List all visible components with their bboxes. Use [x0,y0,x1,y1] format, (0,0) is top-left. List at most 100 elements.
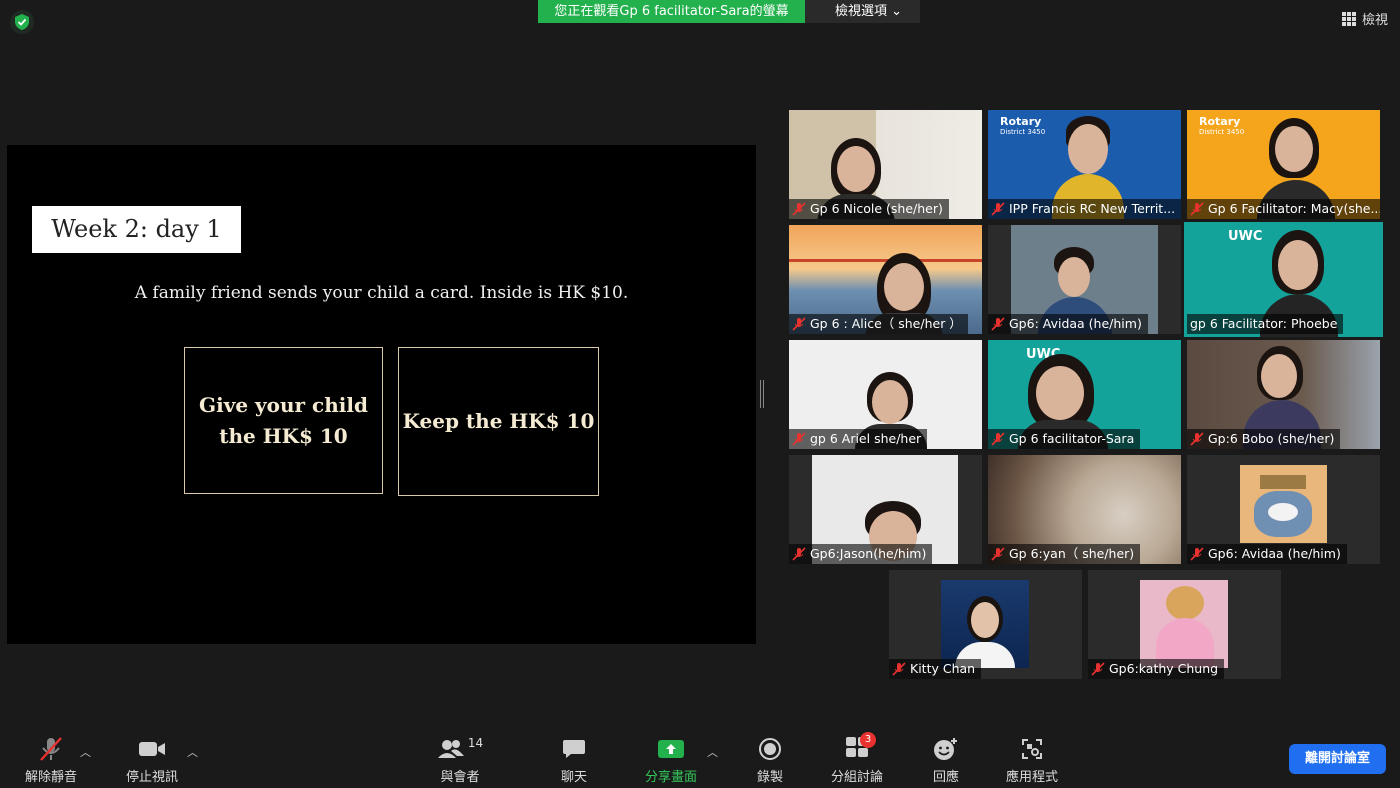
breakout-rooms-label: 分組討論 [830,770,883,785]
panel-resize-handle[interactable] [760,380,764,408]
video-tile[interactable]: Gp6:Jason(he/him) [789,455,982,564]
muted-mic-icon [991,432,1005,446]
view-options-button[interactable]: 檢視選項 ⌄ [805,0,920,23]
video-camera-icon [139,742,165,756]
view-button-label: 檢視 [1361,13,1388,28]
participant-name: Gp:6 Bobo (she/her) [1208,431,1335,446]
muted-mic-icon [792,202,806,216]
participant-name: IPP Francis RC New Territ... [1009,201,1176,216]
video-tile[interactable]: Rotary District 3450 IPP Francis RC New T… [988,110,1181,219]
participant-name: Gp6:Jason(he/him) [810,546,927,561]
participant-name-tag: Gp 6 Facilitator: Macy(she... [1187,199,1380,219]
share-screen-button[interactable]: 分享畫面 [640,736,702,785]
participants-count: 14 [467,736,484,750]
participant-name-tag: Gp 6:yan（ she/her) [988,544,1141,564]
participant-name: Gp 6 facilitator-Sara [1009,431,1135,446]
rotary-district-text: District 3450 [1199,128,1245,136]
video-tile[interactable]: Kitty Chan [889,570,1082,679]
participant-name: Gp6: Avidaa (he/him) [1208,546,1341,561]
participant-name: gp 6 Facilitator: Phoebe [1190,316,1338,331]
chat-button[interactable]: 聊天 [554,736,594,785]
participant-name-tag: Gp:6 Bobo (she/her) [1187,429,1341,449]
participant-name-tag: gp 6 Ariel she/her [789,429,928,449]
slide-prompt: A family friend sends your child a card.… [134,283,629,303]
apps-label: 應用程式 [1005,770,1058,785]
participants-icon [437,740,464,758]
participant-name-tag: Gp6: Avidaa (he/him) [988,314,1148,334]
muted-mic-icon [1091,662,1105,676]
gallery-grid-icon [1341,11,1356,26]
audio-options-caret-icon[interactable]: ︿ [80,744,91,760]
muted-mic-icon [892,662,906,676]
muted-mic-icon [991,547,1005,561]
breakout-rooms-button[interactable]: 3 分組討論 [826,732,888,785]
muted-mic-icon [1190,432,1204,446]
participants-button[interactable]: 14 與會者 [432,736,488,785]
choice-keep-text: Keep the HK$ 10 [402,409,595,433]
record-button[interactable]: 錄製 [750,736,790,785]
screen-share-banner: 您正在觀看Gp 6 facilitator-Sara的螢幕 檢視選項 ⌄ [538,0,920,23]
participant-name-tag: Gp6:Jason(he/him) [789,544,933,564]
video-tile[interactable]: Gp:6 Bobo (she/her) [1187,340,1380,449]
participants-label: 與會者 [440,770,480,785]
reactions-label: 回應 [932,770,959,785]
participant-name-tag: Gp6: Avidaa (he/him) [1187,544,1347,564]
stop-video-button[interactable]: 停止視訊 [120,736,184,785]
participant-name: Gp 6 Nicole (she/her) [810,201,943,216]
slide-title: Week 2: day 1 [32,206,241,253]
participant-name: Kitty Chan [910,661,976,676]
muted-mic-icon [991,317,1005,331]
participant-name: Gp 6 : Alice（ she/her ） [810,316,962,331]
video-tile[interactable]: Gp 6 Nicole (she/her) [789,110,982,219]
leave-breakout-room-button[interactable]: 離開討論室 [1289,744,1386,774]
unmute-label: 解除靜音 [24,770,77,785]
chat-label: 聊天 [560,770,587,785]
unmute-button[interactable]: 解除靜音 [20,736,82,785]
video-tile[interactable]: Gp6: Avidaa (he/him) [988,225,1181,334]
shared-screen: Week 2: day 1 A family friend sends your… [7,145,756,644]
stop-video-label: 停止視訊 [125,770,178,785]
participant-name: Gp6: Avidaa (he/him) [1009,316,1142,331]
video-tile[interactable]: UWC Gp 6 facilitator-Sara [988,340,1181,449]
muted-mic-icon [1190,547,1204,561]
reactions-button[interactable]: 回應 [926,736,966,785]
chat-icon [563,740,585,758]
choice-give-text: Give your child the HK$ 10 [199,392,368,448]
participant-name-tag: gp 6 Facilitator: Phoebe [1187,314,1344,334]
video-options-caret-icon[interactable]: ︿ [187,744,198,760]
video-tile[interactable]: Gp6: Avidaa (he/him) [1187,455,1380,564]
view-options-label: 檢視選項 [835,4,888,19]
participant-name: Gp6:kathy Chung [1109,661,1219,676]
participant-name-tag: IPP Francis RC New Territ... [988,199,1181,219]
share-screen-icon [658,740,684,758]
participant-name-tag: Gp6:kathy Chung [1088,659,1225,679]
meeting-toolbar: 解除靜音 ︿ 停止視訊 ︿ 14 與會者 聊天 分享畫面 ︿ 錄製 3 分組討論… [0,730,1400,788]
share-options-caret-icon[interactable]: ︿ [707,744,718,760]
muted-mic-icon [792,547,806,561]
video-tile[interactable]: Gp 6:yan（ she/her) [988,455,1181,564]
video-tile[interactable]: Rotary District 3450 Gp 6 Facilitator: Ma… [1187,110,1380,219]
view-button[interactable]: 檢視 [1341,9,1388,28]
participant-name-tag: Gp 6 facilitator-Sara [988,429,1141,449]
participant-name: gp 6 Ariel she/her [810,431,922,446]
muted-mic-icon [792,317,806,331]
participant-name-tag: Gp 6 : Alice（ she/her ） [789,314,968,334]
video-tile[interactable]: Gp6:kathy Chung [1088,570,1281,679]
choice-give-box: Give your child the HK$ 10 [184,347,383,494]
security-shield-icon[interactable] [10,10,34,34]
participant-name: Gp 6:yan（ she/her) [1009,546,1135,561]
video-tile-active-speaker[interactable]: UWC gp 6 Facilitator: Phoebe [1184,222,1383,337]
profile-picture [1140,580,1228,668]
smiley-plus-icon [934,738,957,760]
cartoon-avatar [1240,465,1327,543]
viewing-banner-text: 您正在觀看Gp 6 facilitator-Sara的螢幕 [538,0,805,23]
muted-mic-icon [792,432,806,446]
uwc-logo: UWC [1228,229,1263,244]
apps-button[interactable]: 應用程式 [1002,736,1062,785]
rotary-logo: Rotary District 3450 [1000,115,1045,136]
participant-name-tag: Kitty Chan [889,659,982,679]
record-icon [759,738,781,760]
record-label: 錄製 [756,770,783,785]
video-tile[interactable]: gp 6 Ariel she/her [789,340,982,449]
video-tile[interactable]: Gp 6 : Alice（ she/her ） [789,225,982,334]
